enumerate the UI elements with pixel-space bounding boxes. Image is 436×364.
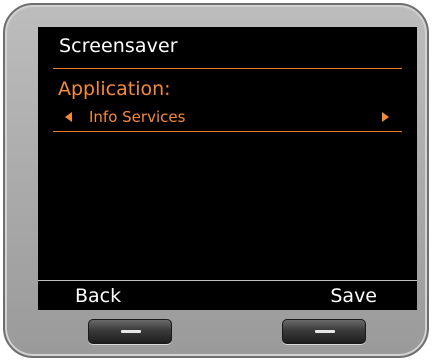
dash-icon — [315, 330, 335, 333]
left-display-key-button[interactable] — [88, 319, 172, 344]
previous-option-icon[interactable] — [65, 112, 72, 122]
title-divider — [53, 68, 402, 69]
value-divider — [53, 131, 402, 132]
softkey-bar-divider — [38, 280, 417, 281]
display-screen: Screensaver Application: Info Services B… — [38, 27, 417, 310]
back-softkey[interactable]: Back — [75, 283, 121, 309]
setting-value: Info Services — [89, 108, 186, 126]
right-display-key-button[interactable] — [282, 319, 366, 344]
phone-device: Screensaver Application: Info Services B… — [3, 3, 429, 358]
screen-title: Screensaver — [59, 35, 178, 57]
setting-label: Application: — [58, 78, 171, 100]
next-option-icon[interactable] — [382, 112, 389, 122]
setting-value-selector[interactable]: Info Services — [53, 106, 402, 128]
save-softkey[interactable]: Save — [330, 283, 377, 309]
dash-icon — [121, 330, 141, 333]
